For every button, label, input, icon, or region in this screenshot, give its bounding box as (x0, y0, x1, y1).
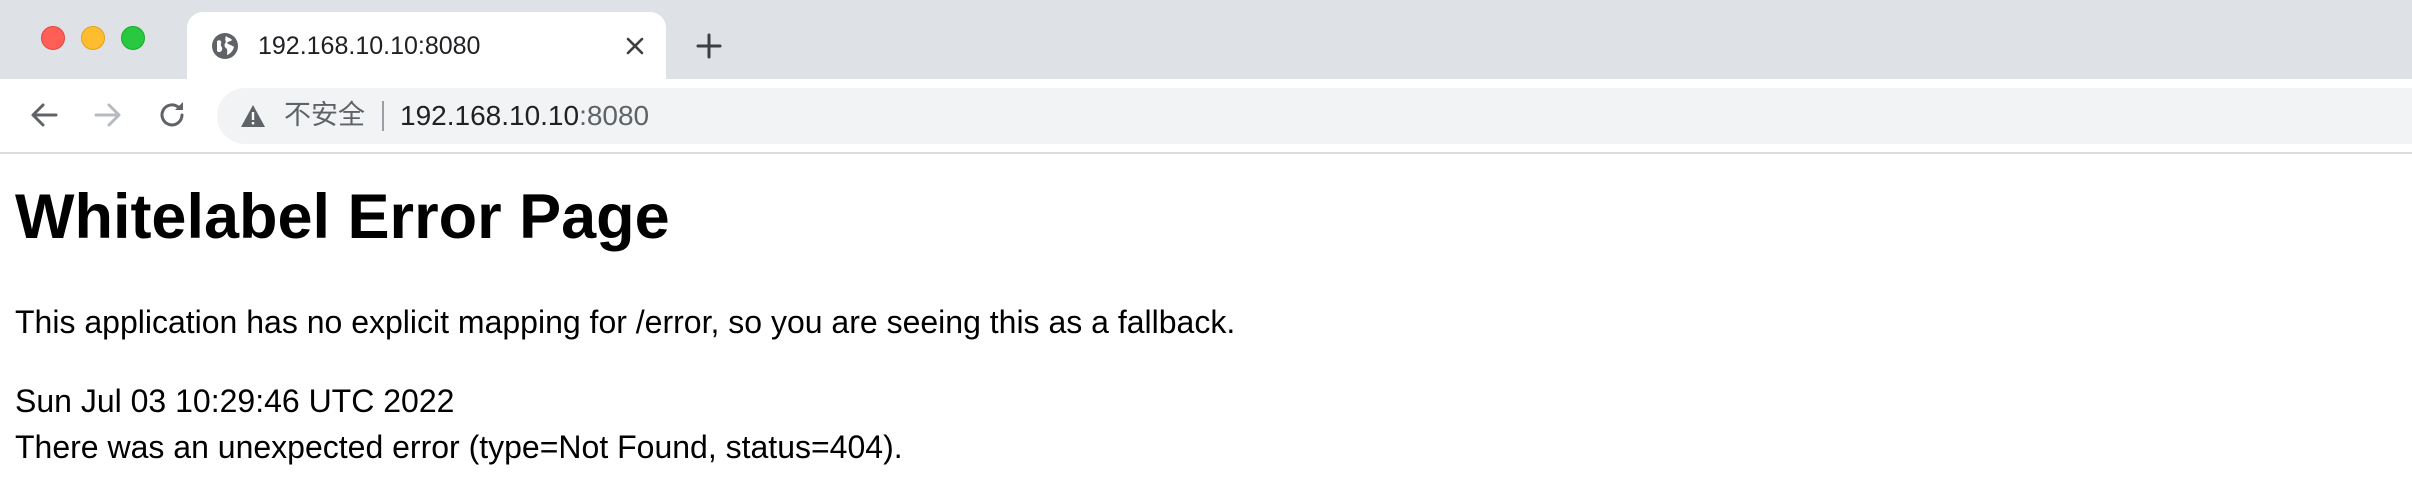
address-bar[interactable]: 不安全 192.168.10.10:8080 (217, 88, 2412, 144)
error-timestamp: Sun Jul 03 10:29:46 UTC 2022 (15, 383, 455, 419)
globe-icon (212, 33, 238, 59)
security-label[interactable]: 不安全 (284, 100, 365, 132)
window-minimize-button[interactable] (81, 26, 105, 50)
window-close-button[interactable] (41, 26, 65, 50)
error-description: This application has no explicit mapping… (15, 304, 1236, 340)
url-port: :8080 (579, 100, 650, 131)
url-host: 192.168.10.10 (400, 100, 580, 131)
new-tab-button[interactable] (693, 30, 725, 62)
window-maximize-button[interactable] (121, 26, 145, 50)
url-text[interactable]: 192.168.10.10:8080 (400, 100, 649, 132)
tab-title: 192.168.10.10:8080 (258, 32, 481, 60)
back-arrow-icon[interactable] (26, 97, 62, 133)
tab-strip: 192.168.10.10:8080 (0, 0, 2412, 79)
omnibox-divider (382, 101, 384, 131)
toolbar: 不安全 192.168.10.10:8080 (0, 79, 2412, 154)
close-icon[interactable] (623, 34, 647, 58)
forward-arrow-icon[interactable] (90, 97, 126, 133)
tab-active[interactable]: 192.168.10.10:8080 (187, 12, 666, 79)
reload-icon[interactable] (154, 97, 190, 133)
warning-icon[interactable] (240, 104, 266, 128)
browser-window: 192.168.10.10:8080 不安全 192.168.10.10:808… (0, 0, 2412, 478)
page-title: Whitelabel Error Page (15, 182, 670, 252)
error-detail: There was an unexpected error (type=Not … (15, 429, 903, 465)
